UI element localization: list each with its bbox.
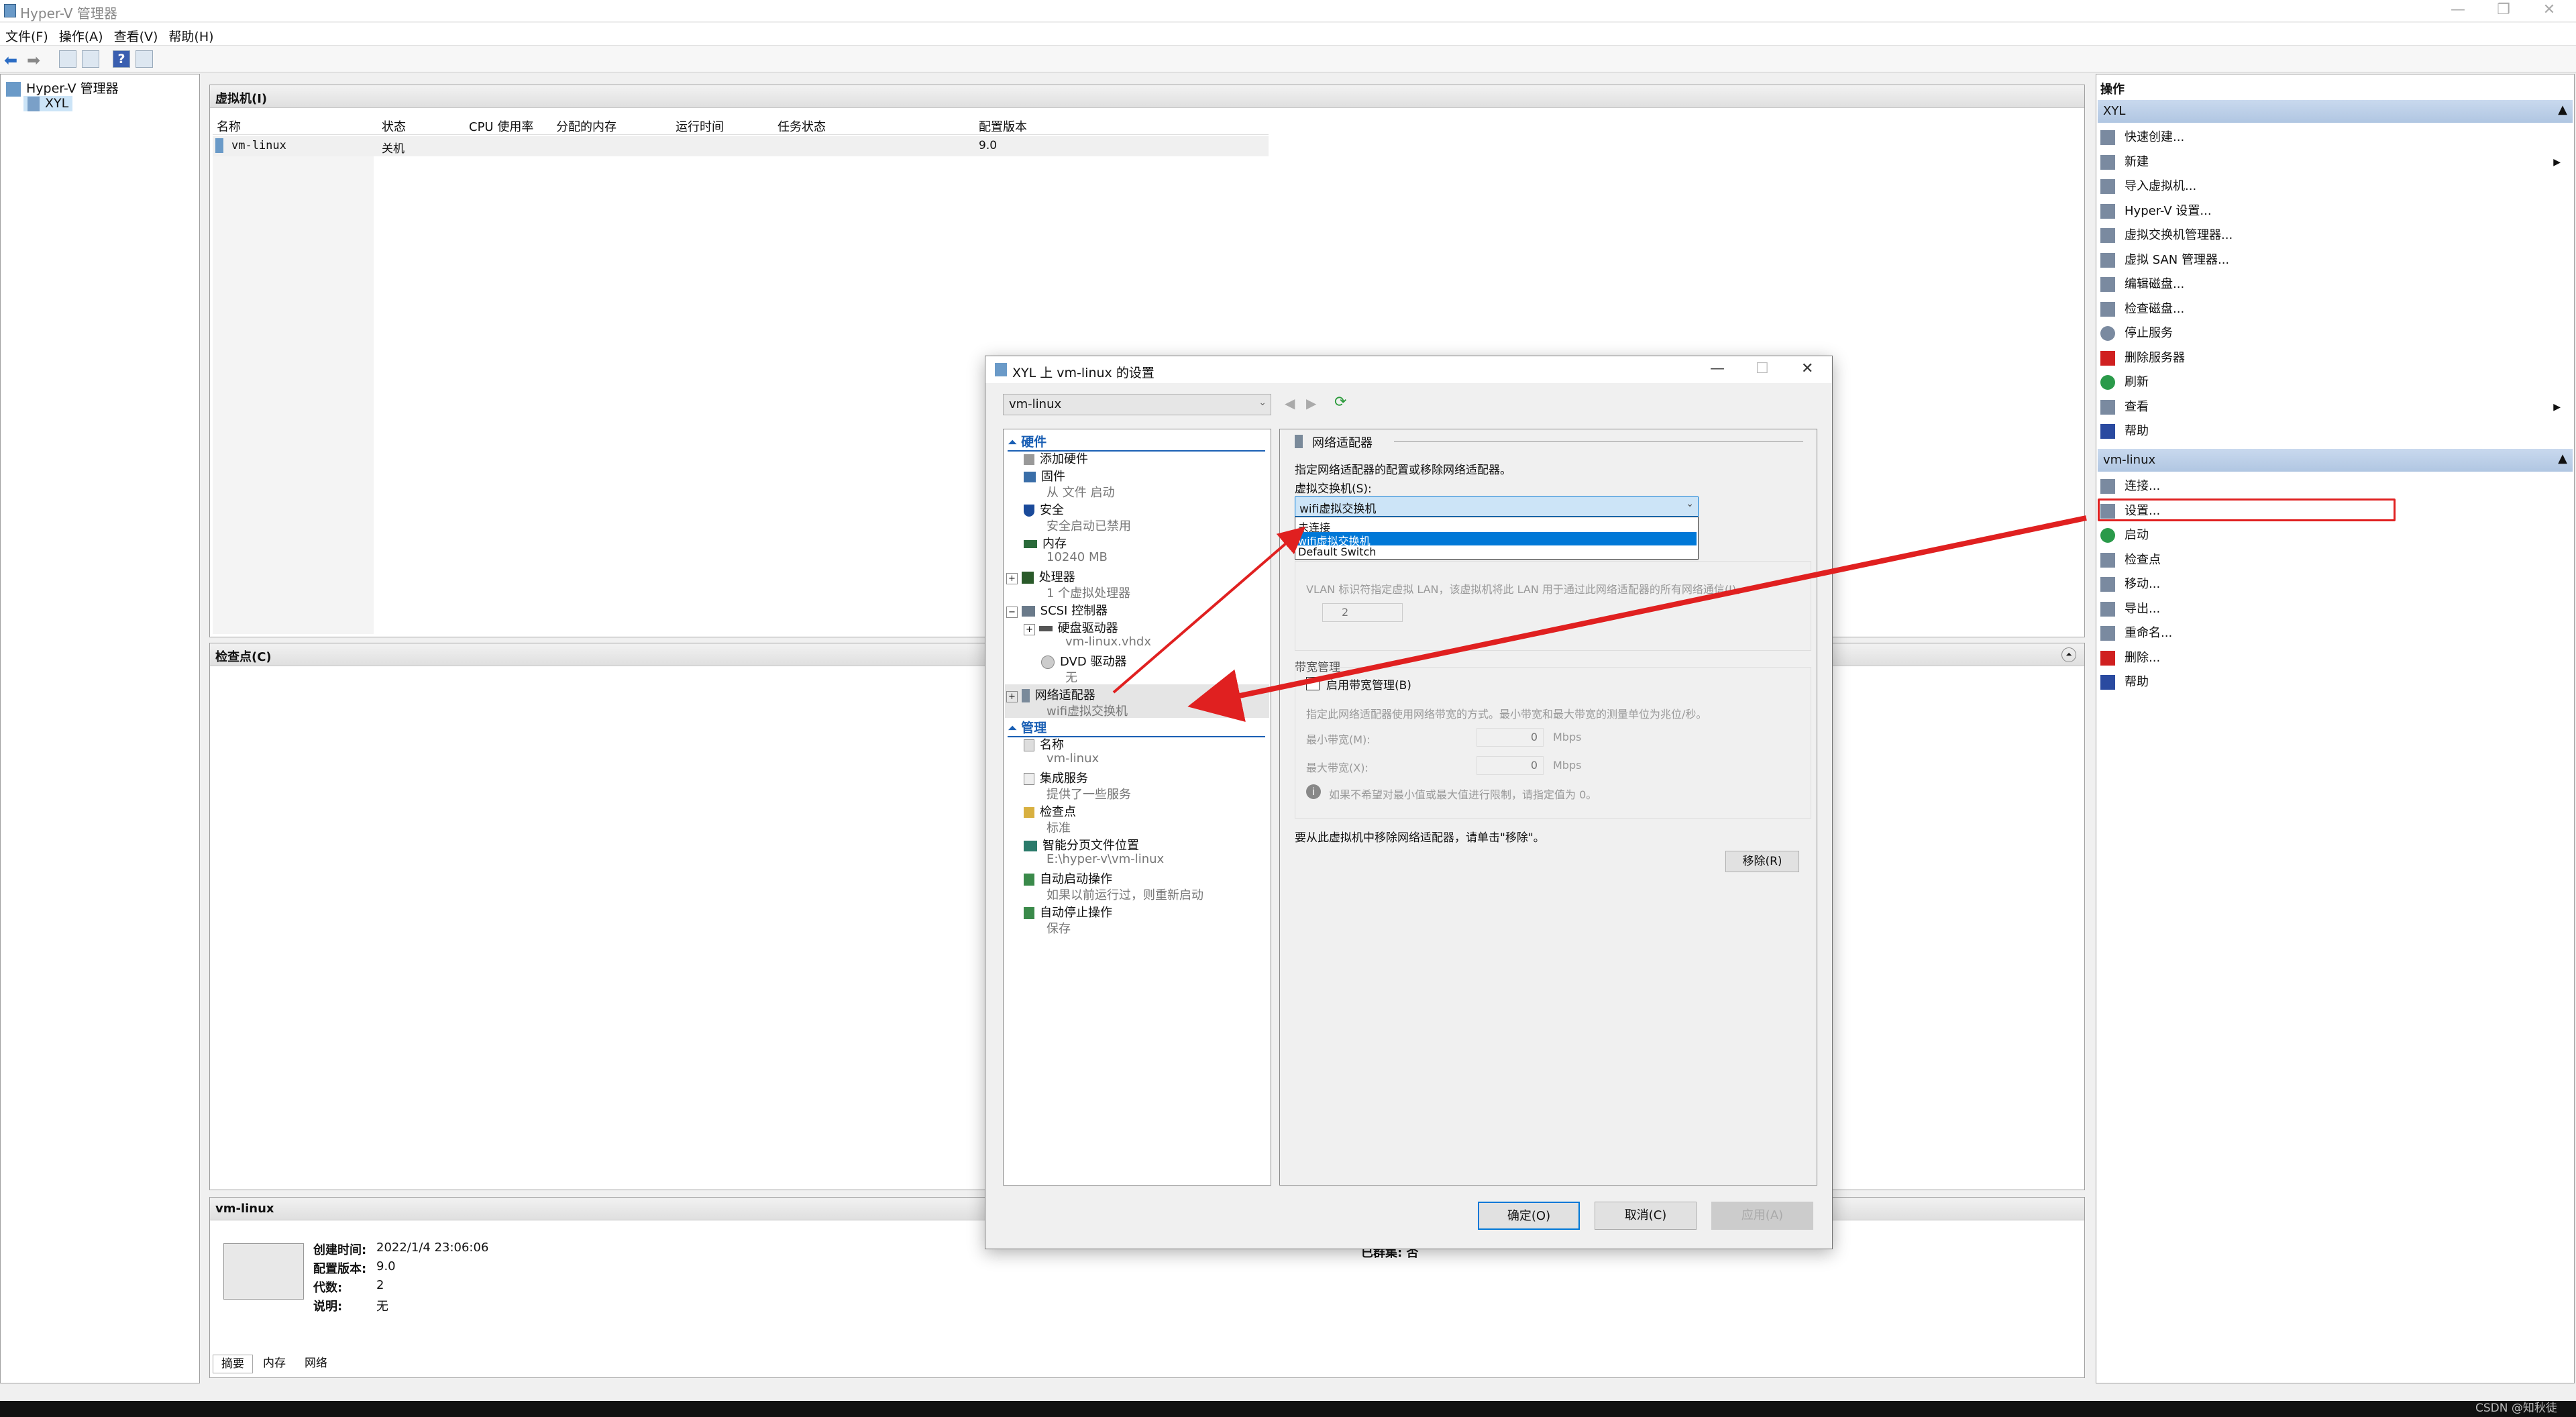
annotation-arrows	[1112, 515, 2087, 722]
watermark: CSDN @知秋徒	[2475, 1402, 2557, 1415]
arrow-to-switch-option	[1112, 526, 1306, 694]
taskbar	[0, 1401, 2576, 1417]
arrow-to-network-adapter	[1187, 515, 2087, 722]
